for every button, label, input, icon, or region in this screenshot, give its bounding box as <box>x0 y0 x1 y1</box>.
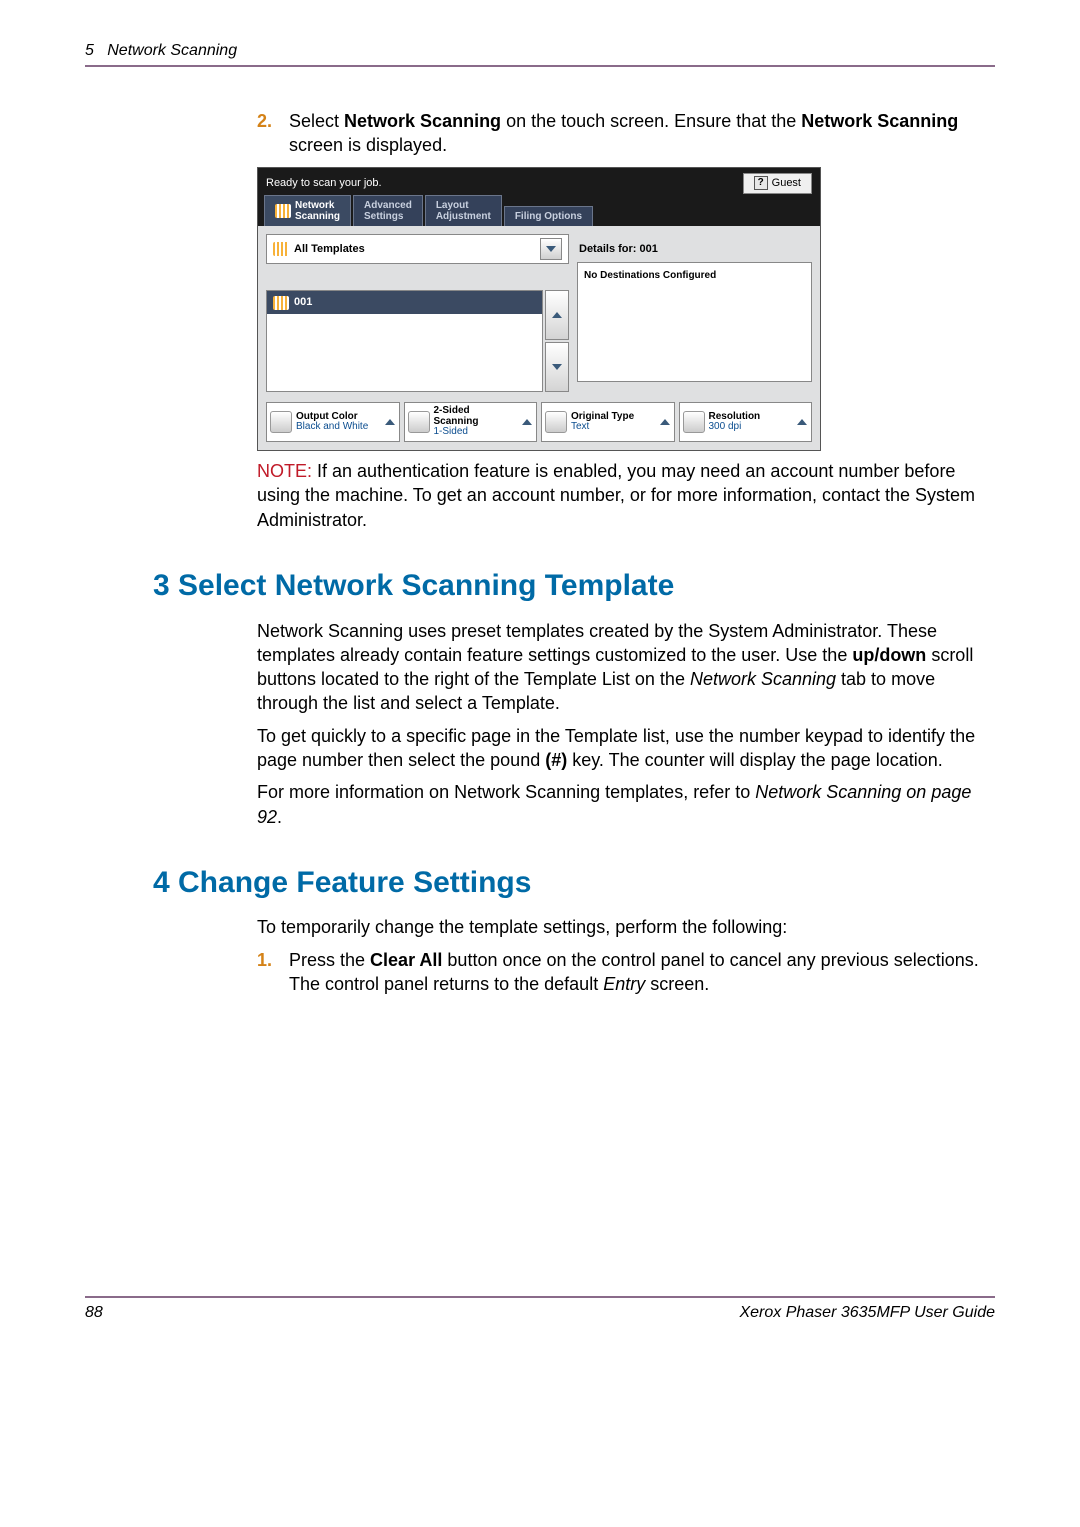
chevron-up-icon <box>796 419 808 425</box>
sec4-step-1: 1. Press the Clear All button once on th… <box>257 948 995 997</box>
resolution-option[interactable]: Resolution300 dpi <box>679 402 813 442</box>
details-header: Details for: 001 <box>577 234 812 262</box>
template-list: 001 <box>266 290 543 392</box>
chevron-down-icon <box>552 364 562 370</box>
step-body: Press the Clear All button once on the c… <box>289 948 995 997</box>
heading-select-template: 3 Select Network Scanning Template <box>153 566 995 607</box>
color-icon <box>270 411 292 433</box>
step-body: Select Network Scanning on the touch scr… <box>289 109 995 158</box>
chapter-number: 5 <box>85 42 94 59</box>
doc-title: Xerox Phaser 3635MFP User Guide <box>739 1302 995 1324</box>
touchscreen-screenshot: Ready to scan your job. ? Guest Network … <box>257 167 821 451</box>
page-header: 5 Network Scanning <box>85 40 995 67</box>
tab-bar: Network Scanning Advanced Settings Layou… <box>258 198 820 226</box>
template-item[interactable]: 001 <box>267 291 542 314</box>
guest-button[interactable]: ? Guest <box>743 173 812 194</box>
chevron-up-icon <box>384 419 396 425</box>
chevron-up-icon <box>659 419 671 425</box>
sec4-intro: To temporarily change the template setti… <box>257 915 995 939</box>
page-footer: 88 Xerox Phaser 3635MFP User Guide <box>85 1296 995 1324</box>
status-bar: Ready to scan your job. ? Guest <box>258 168 820 198</box>
sec3-p3: For more information on Network Scanning… <box>257 780 995 829</box>
scroll-down-button[interactable] <box>545 342 569 392</box>
options-row: Output ColorBlack and White 2-Sided Scan… <box>266 402 812 442</box>
two-sided-option[interactable]: 2-Sided Scanning1-Sided <box>404 402 538 442</box>
output-color-option[interactable]: Output ColorBlack and White <box>266 402 400 442</box>
note-text: If an authentication feature is enabled,… <box>257 461 975 530</box>
note-block: NOTE: If an authentication feature is en… <box>257 459 995 532</box>
chevron-down-icon[interactable] <box>540 238 562 260</box>
heading-change-settings: 4 Change Feature Settings <box>153 863 995 904</box>
chevron-up-icon <box>521 419 533 425</box>
note-label: NOTE: <box>257 461 312 481</box>
template-icon <box>273 296 289 310</box>
step-2: 2. Select Network Scanning on the touch … <box>257 109 995 158</box>
sec3-p2: To get quickly to a specific page in the… <box>257 724 995 773</box>
help-icon: ? <box>754 176 768 190</box>
tab-filing-options[interactable]: Filing Options <box>504 206 593 226</box>
resolution-icon <box>683 411 705 433</box>
scroll-up-button[interactable] <box>545 290 569 340</box>
network-scan-icon <box>275 204 291 218</box>
page-number: 88 <box>85 1302 103 1324</box>
status-text: Ready to scan your job. <box>266 176 382 191</box>
sec3-p1: Network Scanning uses preset templates c… <box>257 619 995 716</box>
chapter-title: Network Scanning <box>107 42 237 59</box>
all-templates-dropdown[interactable]: All Templates <box>266 234 569 264</box>
step-number: 1. <box>257 948 279 997</box>
tab-advanced-settings[interactable]: Advanced Settings <box>353 195 423 226</box>
templates-icon <box>273 242 289 256</box>
tab-network-scanning[interactable]: Network Scanning <box>264 195 351 226</box>
original-type-option[interactable]: Original TypeText <box>541 402 675 442</box>
step-number: 2. <box>257 109 279 158</box>
tab-layout-adjustment[interactable]: Layout Adjustment <box>425 195 502 226</box>
chevron-up-icon <box>552 312 562 318</box>
original-type-icon <box>545 411 567 433</box>
two-sided-icon <box>408 411 430 433</box>
destinations-box: No Destinations Configured <box>577 262 812 382</box>
